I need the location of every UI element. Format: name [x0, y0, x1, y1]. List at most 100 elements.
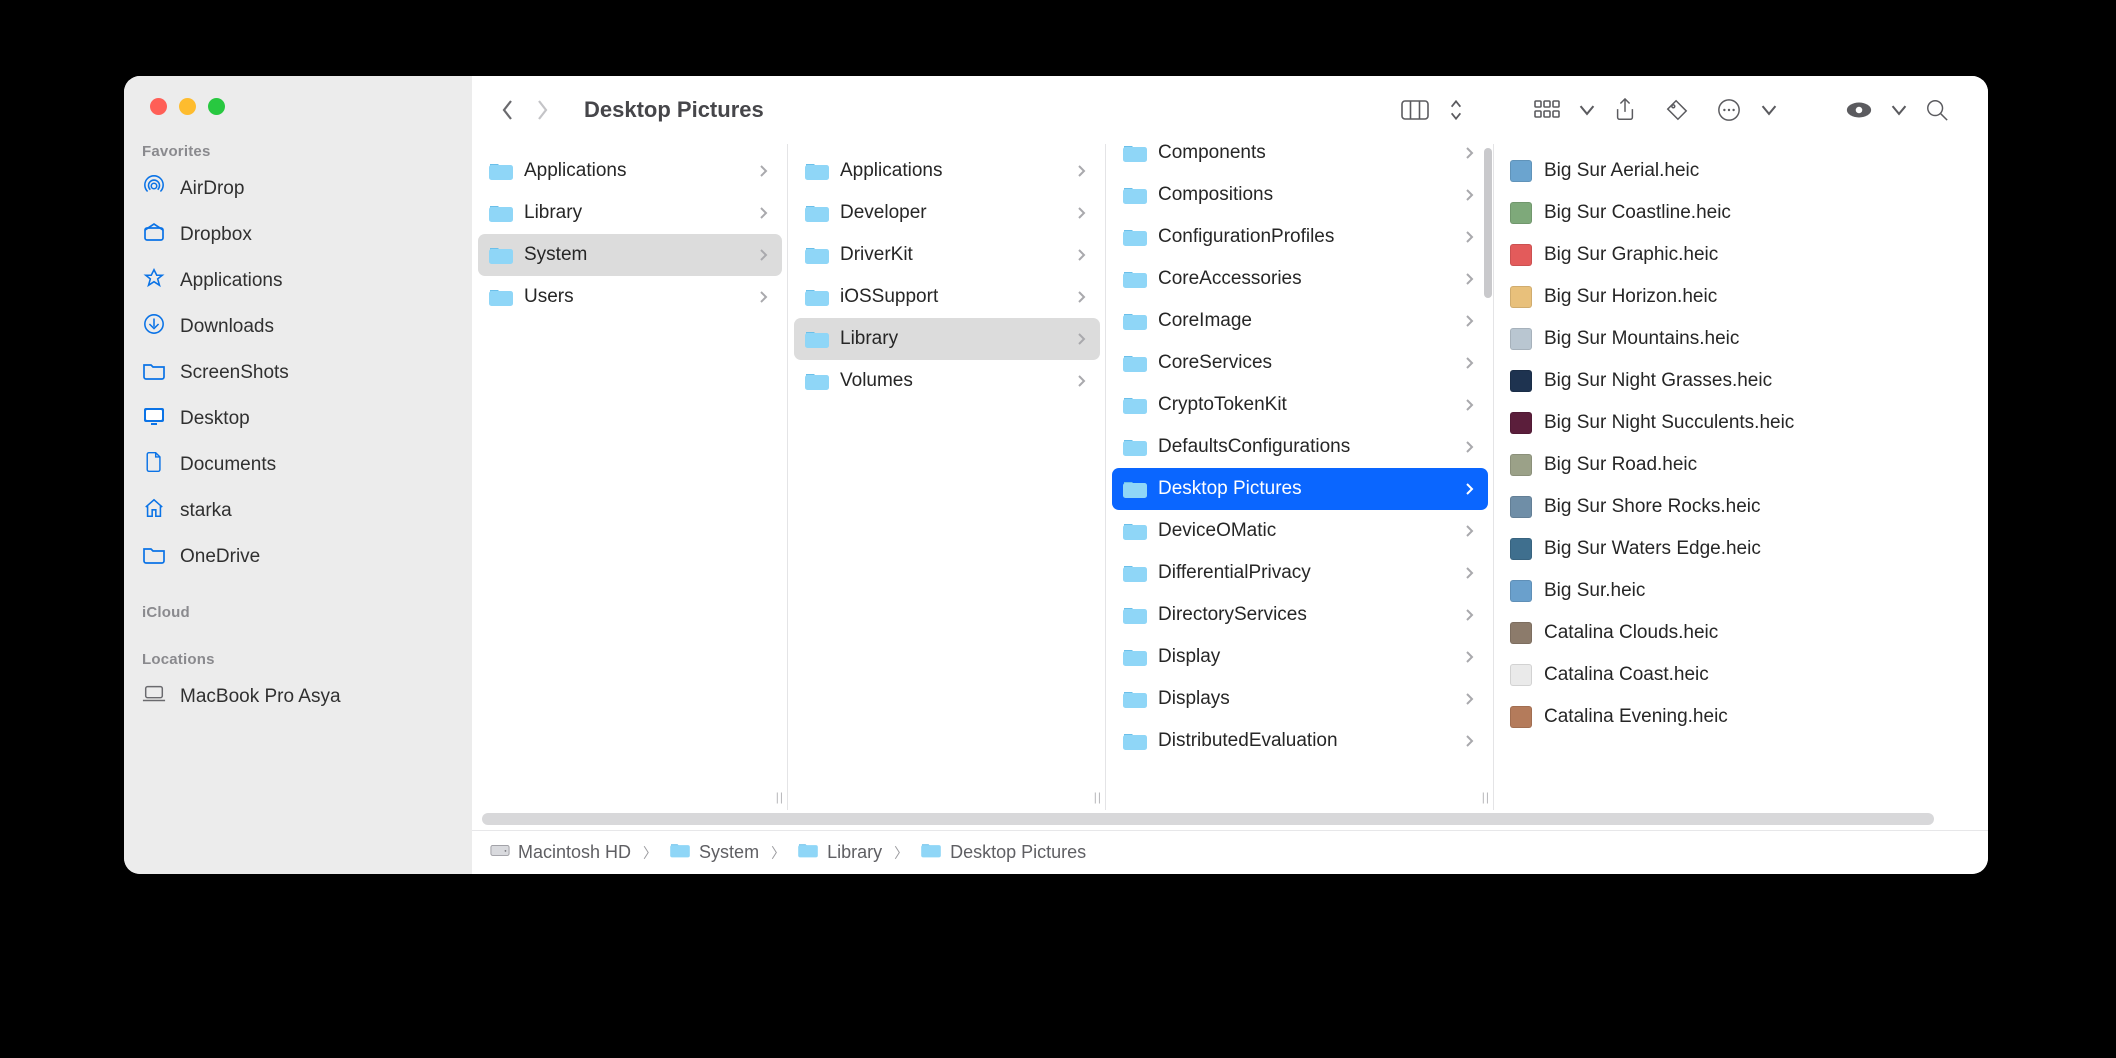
minimize-window-button[interactable] [179, 98, 196, 115]
folder-item[interactable]: DistributedEvaluation [1112, 720, 1488, 762]
folder-item[interactable]: DeviceOMatic [1112, 510, 1488, 552]
breadcrumb-item[interactable]: Desktop Pictures [920, 841, 1086, 864]
folder-label: CoreServices [1158, 352, 1272, 374]
sidebar-item-airdrop[interactable]: AirDrop [124, 166, 472, 212]
preview-button[interactable] [1836, 92, 1908, 128]
column-resize-handle[interactable]: || [1482, 790, 1490, 804]
sidebar-item-documents[interactable]: Documents [124, 442, 472, 488]
column-resize-handle[interactable]: || [776, 790, 784, 804]
folder-item[interactable]: DirectoryServices [1112, 594, 1488, 636]
close-window-button[interactable] [150, 98, 167, 115]
drive-icon [490, 841, 510, 864]
sidebar-item-macbook-pro-asya[interactable]: MacBook Pro Asya [124, 674, 472, 720]
sidebar-item-label: Desktop [180, 408, 250, 430]
sidebar-item-dropbox[interactable]: Dropbox [124, 212, 472, 258]
folder-item[interactable]: DefaultsConfigurations [1112, 426, 1488, 468]
folder-item[interactable]: Applications [794, 150, 1100, 192]
folder-item[interactable]: System [478, 234, 782, 276]
folder-item[interactable]: Library [794, 318, 1100, 360]
file-label: Big Sur.heic [1544, 580, 1645, 602]
file-item[interactable]: Catalina Coast.heic [1500, 654, 1982, 696]
folder-icon [797, 841, 819, 864]
folder-icon [804, 370, 830, 392]
file-item[interactable]: Big Sur Horizon.heic [1500, 276, 1982, 318]
chevron-right-icon [756, 206, 770, 220]
folder-item[interactable]: Developer [794, 192, 1100, 234]
folder-item[interactable]: CoreServices [1112, 342, 1488, 384]
folder-icon [920, 841, 942, 864]
sidebar-item-onedrive[interactable]: OneDrive [124, 534, 472, 580]
sidebar-item-starka[interactable]: starka [124, 488, 472, 534]
vertical-scrollbar[interactable] [1484, 148, 1492, 298]
file-thumbnail [1510, 160, 1532, 182]
folder-item[interactable]: Display [1112, 636, 1488, 678]
file-item[interactable]: Big Sur Graphic.heic [1500, 234, 1982, 276]
folder-item[interactable]: Compositions [1112, 174, 1488, 216]
breadcrumb-item[interactable]: System [669, 841, 759, 864]
file-item[interactable]: Big Sur Night Grasses.heic [1500, 360, 1982, 402]
sidebar-item-downloads[interactable]: Downloads [124, 304, 472, 350]
folder-item[interactable]: Displays [1112, 678, 1488, 720]
forward-button[interactable] [528, 94, 556, 126]
group-by-button[interactable] [1524, 92, 1596, 128]
sidebar-item-desktop[interactable]: Desktop [124, 396, 472, 442]
folder-item[interactable]: Library [478, 192, 782, 234]
home-icon [142, 497, 166, 525]
file-label: Catalina Evening.heic [1544, 706, 1728, 728]
folder-icon [804, 244, 830, 266]
actions-button[interactable] [1706, 92, 1778, 128]
folder-item[interactable]: CryptoTokenKit [1112, 384, 1488, 426]
breadcrumb-item[interactable]: Library [797, 841, 882, 864]
file-item[interactable]: Big Sur Mountains.heic [1500, 318, 1982, 360]
folder-item[interactable]: DifferentialPrivacy [1112, 552, 1488, 594]
file-label: Big Sur Graphic.heic [1544, 244, 1718, 266]
chevron-right-icon [1462, 356, 1476, 370]
breadcrumb-item[interactable]: Macintosh HD [490, 841, 631, 864]
chevron-right-icon [1462, 734, 1476, 748]
folder-icon [488, 202, 514, 224]
folder-item[interactable]: Components [1112, 144, 1488, 174]
tags-button[interactable] [1654, 92, 1700, 128]
file-item[interactable]: Big Sur Road.heic [1500, 444, 1982, 486]
folder-icon [1122, 646, 1148, 668]
folder-item[interactable]: Users [478, 276, 782, 318]
file-item[interactable]: Big Sur Waters Edge.heic [1500, 528, 1982, 570]
folder-item[interactable]: Applications [478, 150, 782, 192]
desktop-icon [142, 405, 166, 433]
back-button[interactable] [494, 94, 522, 126]
file-item[interactable]: Catalina Evening.heic [1500, 696, 1982, 738]
sidebar-item-screenshots[interactable]: ScreenShots [124, 350, 472, 396]
folder-item[interactable]: ConfigurationProfiles [1112, 216, 1488, 258]
main-panel: Desktop Pictures [472, 76, 1988, 874]
file-item[interactable]: Big Sur.heic [1500, 570, 1982, 612]
folder-label: CoreImage [1158, 310, 1252, 332]
file-item[interactable]: Big Sur Aerial.heic [1500, 150, 1982, 192]
zoom-window-button[interactable] [208, 98, 225, 115]
folder-label: Applications [524, 160, 626, 182]
sidebar-item-label: ScreenShots [180, 362, 289, 384]
search-button[interactable] [1914, 92, 1960, 128]
chevron-right-icon [1462, 188, 1476, 202]
folder-item[interactable]: CoreImage [1112, 300, 1488, 342]
horizontal-scrollbar[interactable] [482, 810, 1978, 830]
file-item[interactable]: Big Sur Coastline.heic [1500, 192, 1982, 234]
file-item[interactable]: Big Sur Night Succulents.heic [1500, 402, 1982, 444]
share-button[interactable] [1602, 92, 1648, 128]
file-thumbnail [1510, 454, 1532, 476]
sidebar-item-applications[interactable]: Applications [124, 258, 472, 304]
view-stepper[interactable] [1392, 92, 1466, 128]
file-thumbnail [1510, 328, 1532, 350]
file-item[interactable]: Catalina Clouds.heic [1500, 612, 1982, 654]
folder-item[interactable]: DriverKit [794, 234, 1100, 276]
folder-label: DeviceOMatic [1158, 520, 1276, 542]
folder-label: DefaultsConfigurations [1158, 436, 1350, 458]
folder-item[interactable]: Desktop Pictures [1112, 468, 1488, 510]
folder-label: Desktop Pictures [1158, 478, 1302, 500]
folder-item[interactable]: CoreAccessories [1112, 258, 1488, 300]
file-item[interactable]: Big Sur Shore Rocks.heic [1500, 486, 1982, 528]
folder-item[interactable]: Volumes [794, 360, 1100, 402]
folder-icon [1122, 478, 1148, 500]
file-thumbnail [1510, 202, 1532, 224]
folder-item[interactable]: iOSSupport [794, 276, 1100, 318]
column-resize-handle[interactable]: || [1094, 790, 1102, 804]
